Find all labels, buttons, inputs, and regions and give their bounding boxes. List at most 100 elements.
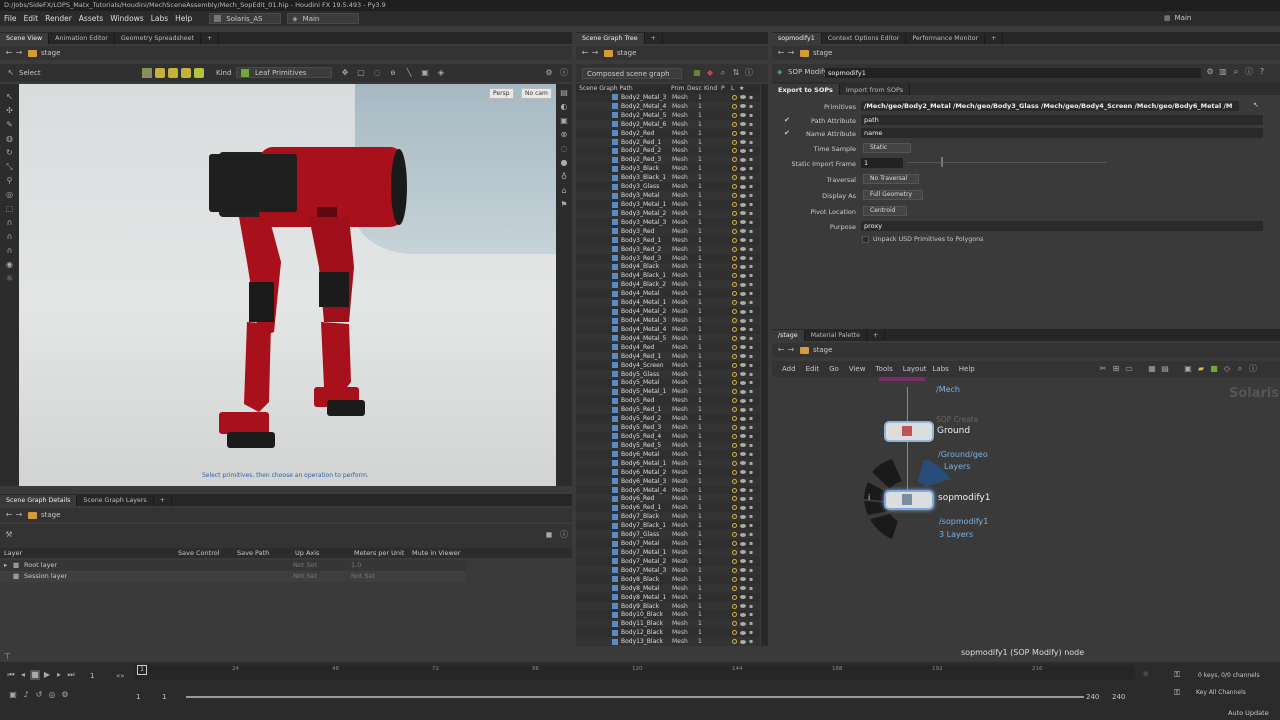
visibility-icon[interactable] bbox=[740, 220, 746, 225]
range-end2[interactable]: 240 bbox=[1112, 693, 1125, 701]
visibility-icon[interactable] bbox=[740, 532, 746, 537]
visibility-icon[interactable] bbox=[740, 104, 746, 109]
visibility-icon[interactable] bbox=[740, 166, 746, 171]
key-all-icon[interactable]: ⚿ bbox=[1174, 688, 1180, 698]
tree-row[interactable]: Body5_Red_3 Mesh 1 ▪ bbox=[576, 423, 760, 433]
load-toggle-icon[interactable] bbox=[732, 344, 737, 350]
lock-icon[interactable]: ▪ bbox=[749, 594, 753, 601]
tree-row[interactable]: Body3_Black Mesh 1 ▪ bbox=[576, 164, 760, 174]
load-toggle-icon[interactable] bbox=[732, 514, 737, 520]
workspace-label[interactable]: ▦ Main bbox=[1164, 14, 1191, 22]
lock-icon[interactable]: ▪ bbox=[749, 611, 753, 618]
tree-row[interactable]: Body5_Red Mesh 1 ▪ bbox=[576, 396, 760, 406]
grid-icon[interactable]: ▦ bbox=[1147, 364, 1157, 374]
ghost-icon[interactable]: ⌂ bbox=[559, 186, 569, 196]
lock-icon[interactable]: ▪ bbox=[749, 388, 753, 395]
primitives-field[interactable]: /Mech/geo/Body2_Metal /Mech/geo/Body3_Gl… bbox=[861, 101, 1239, 111]
tab-context-options[interactable]: Context Options Editor bbox=[822, 33, 907, 44]
lock-icon[interactable]: ▪ bbox=[749, 585, 753, 592]
lock-icon[interactable]: ▪ bbox=[749, 620, 753, 627]
lock-icon[interactable]: ▪ bbox=[749, 371, 753, 378]
tools-icon[interactable]: ✂ bbox=[1098, 364, 1108, 374]
add-tab-icon[interactable]: + bbox=[154, 495, 172, 506]
net-menu-labs[interactable]: Labs bbox=[933, 365, 949, 373]
filter-icon[interactable]: ◆ bbox=[705, 68, 715, 78]
lock-icon[interactable]: ▪ bbox=[749, 558, 753, 565]
load-toggle-icon[interactable] bbox=[732, 157, 737, 163]
visibility-icon[interactable] bbox=[740, 586, 746, 591]
visibility-icon[interactable] bbox=[740, 479, 746, 484]
light-toggle-icon[interactable]: ◌ bbox=[559, 144, 569, 154]
lock-icon[interactable]: ▪ bbox=[749, 504, 753, 511]
col-l[interactable]: L bbox=[731, 85, 734, 92]
visibility-icon[interactable] bbox=[740, 639, 746, 644]
keyframe-icon[interactable]: ⊕ bbox=[1143, 670, 1149, 678]
col-prim[interactable]: Prim bbox=[671, 85, 685, 92]
gizmo-icon[interactable]: ⊗ bbox=[559, 130, 569, 140]
menu-labs[interactable]: Labs bbox=[151, 14, 168, 23]
load-toggle-icon[interactable] bbox=[732, 469, 737, 475]
col-up-axis[interactable]: Up Axis bbox=[295, 549, 319, 557]
purpose-field[interactable]: proxy bbox=[861, 221, 1263, 231]
net-menu-layout[interactable]: Layout bbox=[903, 365, 927, 373]
tree-row[interactable]: Body4_Red_1 Mesh 1 ▪ bbox=[576, 351, 760, 361]
tree-row[interactable]: Body3_Red_2 Mesh 1 ▪ bbox=[576, 244, 760, 254]
load-toggle-icon[interactable] bbox=[732, 139, 737, 145]
kind-select[interactable]: Leaf Primitives bbox=[236, 67, 332, 78]
group-select-icon[interactable] bbox=[194, 68, 204, 78]
load-toggle-icon[interactable] bbox=[732, 407, 737, 413]
lock-icon[interactable]: ▪ bbox=[749, 379, 753, 386]
target-icon[interactable]: ◎ bbox=[47, 690, 57, 700]
load-toggle-icon[interactable] bbox=[732, 130, 737, 136]
visibility-icon[interactable] bbox=[740, 336, 746, 341]
tree-row[interactable]: Body4_Screen Mesh 1 ▪ bbox=[576, 360, 760, 370]
camera-icon[interactable]: ◉ bbox=[5, 260, 15, 270]
visibility-icon[interactable] bbox=[740, 488, 746, 493]
visibility-icon[interactable] bbox=[740, 443, 746, 448]
load-toggle-icon[interactable] bbox=[732, 353, 737, 359]
settings-icon[interactable]: ⚙ bbox=[60, 690, 70, 700]
visibility-icon[interactable] bbox=[740, 345, 746, 350]
lock-icon[interactable]: ▪ bbox=[749, 451, 753, 458]
tab-animation-editor[interactable]: Animation Editor bbox=[49, 33, 115, 44]
tree-path[interactable]: stage bbox=[617, 49, 636, 57]
tree-row[interactable]: Body2_Metal_5 Mesh 1 ▪ bbox=[576, 110, 760, 120]
load-toggle-icon[interactable] bbox=[732, 318, 737, 323]
magnet3-icon[interactable]: ∩ bbox=[5, 246, 15, 256]
time-sample-menu[interactable]: Static bbox=[863, 143, 911, 153]
tab-import-from-sops[interactable]: Import from SOPs bbox=[840, 84, 911, 95]
net-menu-add[interactable]: Add bbox=[782, 365, 796, 373]
lock-icon[interactable]: ▪ bbox=[749, 513, 753, 520]
timeline-track[interactable]: 1 24 48 72 96 120 144 168 192 216 bbox=[135, 665, 1135, 680]
table-row[interactable]: ▩ Session layer Not Set Not Set bbox=[0, 571, 466, 582]
back-icon[interactable]: ← bbox=[776, 48, 786, 58]
tree-row[interactable]: Body10_Black Mesh 1 ▪ bbox=[576, 610, 760, 620]
visibility-icon[interactable] bbox=[740, 193, 746, 198]
tree-row[interactable]: Body5_Metal_1 Mesh 1 ▪ bbox=[576, 387, 760, 397]
load-toggle-icon[interactable] bbox=[732, 166, 737, 172]
tab-geometry-spreadsheet[interactable]: Geometry Spreadsheet bbox=[115, 33, 201, 44]
search-icon[interactable]: ⌕ bbox=[1235, 364, 1245, 374]
tab-stage[interactable]: /stage bbox=[772, 330, 805, 341]
frame-slider[interactable] bbox=[907, 162, 1107, 163]
tree-row[interactable]: Body5_Glass Mesh 1 ▪ bbox=[576, 369, 760, 379]
lock-icon[interactable]: ▪ bbox=[749, 344, 753, 351]
lock-icon[interactable]: ▪ bbox=[749, 442, 753, 449]
load-toggle-icon[interactable] bbox=[732, 300, 737, 306]
lock-icon[interactable]: ▪ bbox=[749, 317, 753, 324]
realtime-icon[interactable]: ▣ bbox=[8, 690, 18, 700]
sphere-icon[interactable]: ● bbox=[559, 158, 569, 168]
lock-icon[interactable]: ▪ bbox=[749, 183, 753, 190]
tree-row[interactable]: Body8_Metal_1 Mesh 1 ▪ bbox=[576, 592, 760, 602]
display-icon[interactable]: ▤ bbox=[559, 88, 569, 98]
sopmodify-name[interactable]: sopmodify1 bbox=[938, 493, 990, 503]
tree-row[interactable]: Body2_Metal_3 Mesh 1 ▪ bbox=[576, 93, 760, 102]
palette-icon[interactable]: ▣ bbox=[1183, 364, 1193, 374]
key-all-label[interactable]: Key All Channels bbox=[1196, 689, 1246, 696]
net-menu-view[interactable]: View bbox=[849, 365, 866, 373]
load-toggle-icon[interactable] bbox=[732, 532, 737, 538]
load-toggle-icon[interactable] bbox=[732, 487, 737, 493]
step-icon[interactable]: «» bbox=[116, 672, 125, 680]
visibility-icon[interactable] bbox=[740, 318, 746, 323]
visibility-icon[interactable] bbox=[740, 291, 746, 296]
